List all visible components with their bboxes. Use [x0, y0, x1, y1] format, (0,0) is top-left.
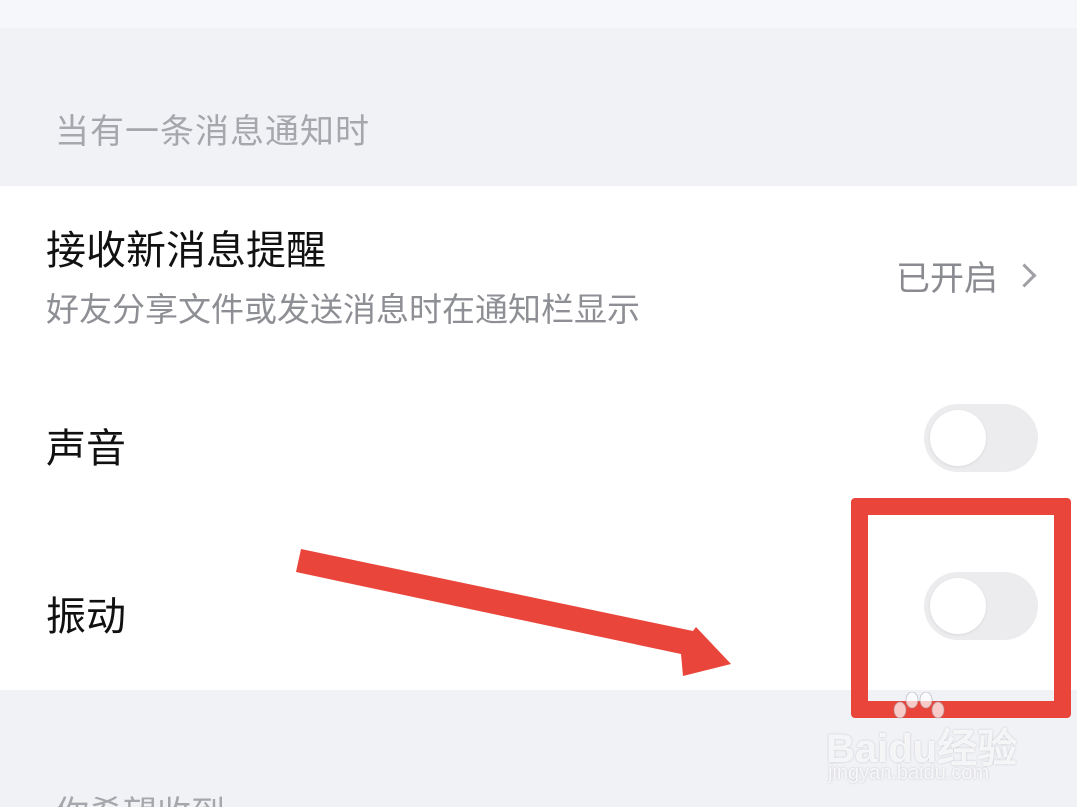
watermark: Baidu经验 jingyan.baidu.com: [826, 690, 1026, 790]
sound-label: 声音: [46, 426, 126, 472]
new-message-alert-status[interactable]: 已开启: [896, 251, 1039, 300]
new-message-alert-subtitle: 好友分享文件或发送消息时在通知栏显示: [46, 290, 640, 329]
top-strip: [0, 0, 1077, 28]
chevron-right-icon: [1012, 263, 1037, 288]
section-title: 当有一条消息通知时: [55, 112, 370, 152]
new-message-alert-title: 接收新消息提醒: [46, 228, 326, 274]
watermark-url: jingyan.baidu.com: [828, 762, 990, 784]
toggle-knob: [930, 410, 986, 466]
status-text: 已开启: [896, 259, 998, 299]
highlight-box: [851, 498, 1071, 718]
vibration-label: 振动: [46, 594, 126, 640]
sound-toggle[interactable]: [924, 404, 1038, 472]
bottom-section-title: 你希望收到: [55, 786, 225, 807]
